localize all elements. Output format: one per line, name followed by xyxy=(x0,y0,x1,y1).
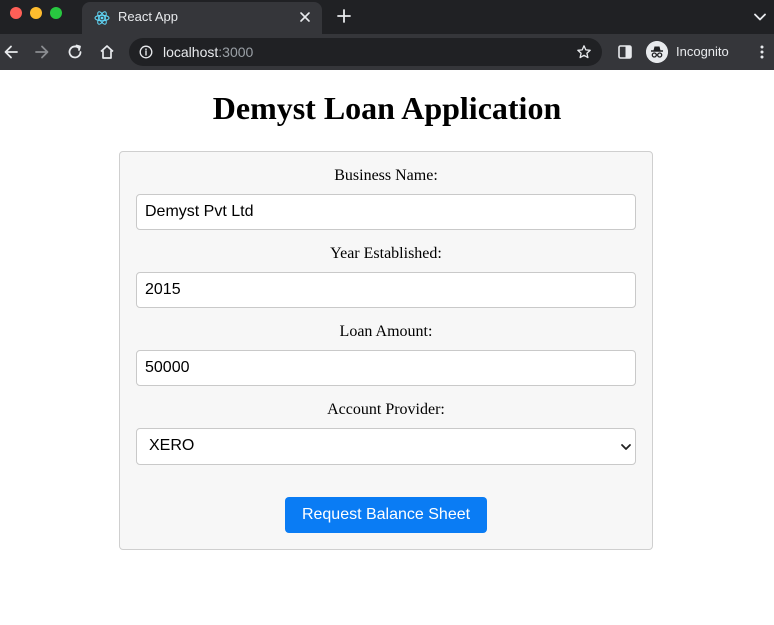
reload-icon[interactable] xyxy=(66,43,84,61)
page-title: Demyst Loan Application xyxy=(212,90,562,126)
year-established-label: Year Established: xyxy=(330,245,442,262)
home-icon[interactable] xyxy=(98,43,116,61)
account-provider-select[interactable]: XERO xyxy=(136,428,636,465)
close-tab-icon[interactable] xyxy=(297,9,313,25)
site-info-icon[interactable] xyxy=(139,45,153,59)
back-arrow-icon[interactable] xyxy=(2,43,20,61)
browser-toolbar: localhost:3000 Incognito xyxy=(0,34,774,70)
loan-amount-input[interactable] xyxy=(136,350,636,386)
maximize-window-icon[interactable] xyxy=(50,7,62,19)
browser-tab-bar: React App xyxy=(0,0,774,34)
bookmark-star-icon[interactable] xyxy=(576,44,592,60)
side-panel-icon[interactable] xyxy=(617,44,633,60)
forward-arrow-icon[interactable] xyxy=(33,43,51,61)
chevron-down-icon xyxy=(621,444,631,450)
address-bar[interactable]: localhost:3000 xyxy=(129,38,602,66)
react-logo-icon xyxy=(94,11,110,25)
request-balance-sheet-button[interactable]: Request Balance Sheet xyxy=(285,497,487,533)
url-text[interactable]: localhost:3000 xyxy=(163,44,253,60)
minimize-window-icon[interactable] xyxy=(30,7,42,19)
business-name-label: Business Name: xyxy=(334,167,438,184)
tab-title: React App xyxy=(118,9,178,24)
loan-application-form: Business Name: Year Established: Loan Am… xyxy=(119,151,653,550)
business-name-input[interactable] xyxy=(136,194,636,230)
loan-amount-label: Loan Amount: xyxy=(339,323,433,340)
more-menu-icon[interactable] xyxy=(758,44,766,60)
url-port: :3000 xyxy=(218,44,254,60)
browser-tab[interactable]: React App xyxy=(82,2,322,34)
account-provider-label: Account Provider: xyxy=(327,401,445,418)
incognito-label[interactable]: Incognito xyxy=(676,44,729,59)
close-window-icon[interactable] xyxy=(10,7,22,19)
account-provider-value: XERO xyxy=(149,437,195,454)
year-established-input[interactable] xyxy=(136,272,636,308)
new-tab-icon[interactable] xyxy=(336,8,352,24)
incognito-icon[interactable] xyxy=(646,41,668,63)
url-host: localhost xyxy=(163,44,219,60)
chevron-down-icon[interactable] xyxy=(753,10,767,24)
